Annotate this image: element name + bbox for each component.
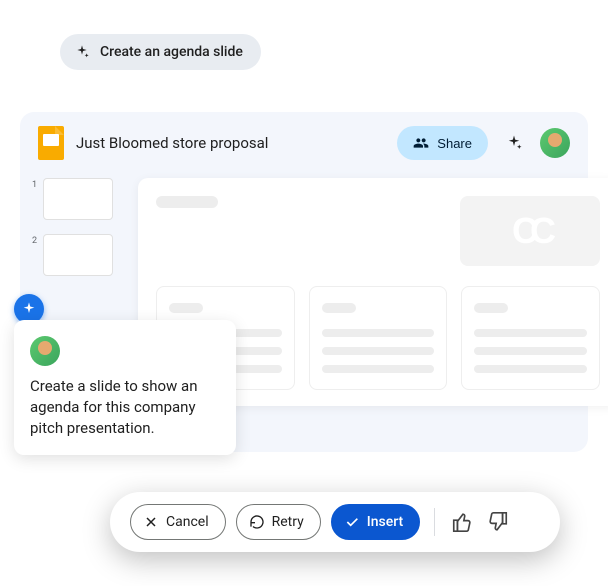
prompt-user-avatar bbox=[30, 336, 60, 366]
document-title[interactable]: Just Bloomed store proposal bbox=[76, 134, 385, 152]
people-icon bbox=[413, 135, 429, 151]
slide-number: 2 bbox=[32, 234, 37, 246]
insert-button[interactable]: Insert bbox=[331, 504, 420, 540]
placeholder-line bbox=[474, 329, 587, 337]
action-bar: Cancel Retry Insert bbox=[110, 492, 560, 552]
placeholder-heading bbox=[474, 303, 508, 313]
slide-thumbnails-panel: 1 2 bbox=[32, 174, 113, 276]
slide-thumbnail[interactable]: 2 bbox=[32, 234, 113, 276]
placeholder-logo: CC bbox=[460, 196, 600, 266]
app-header: Just Bloomed store proposal Share bbox=[20, 112, 588, 174]
gemini-sparkle-button[interactable] bbox=[504, 133, 524, 153]
sparkle-icon bbox=[74, 44, 90, 60]
thumbs-up-button[interactable] bbox=[449, 509, 475, 535]
placeholder-line bbox=[322, 365, 435, 373]
placeholder-line bbox=[322, 329, 435, 337]
prompt-card: Create a slide to show an agenda for thi… bbox=[14, 320, 236, 455]
suggestion-chip[interactable]: Create an agenda slide bbox=[60, 34, 261, 70]
placeholder-line bbox=[474, 365, 587, 373]
content-column bbox=[461, 286, 600, 390]
insert-label: Insert bbox=[367, 514, 403, 530]
retry-button[interactable]: Retry bbox=[236, 504, 321, 540]
cancel-label: Cancel bbox=[166, 514, 209, 530]
slide-number: 1 bbox=[32, 178, 37, 190]
cancel-button[interactable]: Cancel bbox=[130, 504, 226, 540]
refresh-icon bbox=[249, 514, 265, 530]
share-label: Share bbox=[437, 136, 472, 151]
logo-glyph: CC bbox=[512, 210, 548, 252]
thumbs-down-button[interactable] bbox=[485, 509, 511, 535]
retry-label: Retry bbox=[272, 514, 304, 530]
prompt-text: Create a slide to show an agenda for thi… bbox=[30, 376, 220, 439]
placeholder-heading bbox=[169, 303, 203, 313]
placeholder-line bbox=[322, 347, 435, 355]
content-column bbox=[309, 286, 448, 390]
user-avatar[interactable] bbox=[540, 128, 570, 158]
slide-thumbnail[interactable]: 1 bbox=[32, 178, 113, 220]
placeholder-heading bbox=[322, 303, 356, 313]
close-icon bbox=[143, 514, 159, 530]
placeholder-title bbox=[156, 196, 218, 208]
thumbnail-preview bbox=[43, 178, 113, 220]
check-icon bbox=[344, 514, 360, 530]
placeholder-line bbox=[474, 347, 587, 355]
share-button[interactable]: Share bbox=[397, 126, 488, 160]
canvas-header: CC bbox=[156, 196, 600, 266]
slides-logo-icon bbox=[38, 126, 64, 160]
divider bbox=[434, 508, 435, 536]
thumbnail-preview bbox=[43, 234, 113, 276]
suggestion-label: Create an agenda slide bbox=[100, 44, 243, 60]
